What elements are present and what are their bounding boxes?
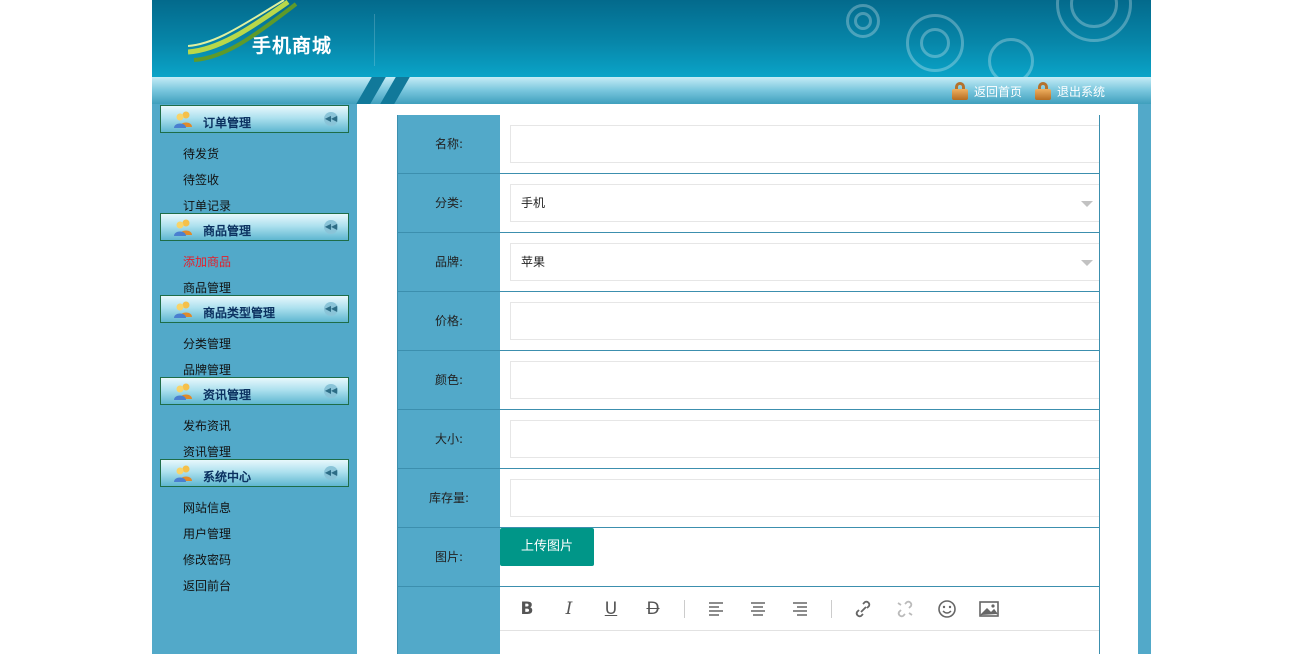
editor-content-area[interactable] bbox=[500, 631, 1099, 654]
name-input[interactable] bbox=[510, 125, 1099, 163]
users-icon bbox=[174, 465, 192, 482]
brand-label: 品牌: bbox=[434, 255, 464, 269]
sidebar-item-news-management[interactable]: 资讯管理 bbox=[183, 443, 231, 460]
collapse-icon[interactable]: ◀◀ bbox=[324, 302, 338, 316]
sidebar-group-title: 订单管理 bbox=[203, 116, 252, 130]
bold-icon[interactable]: B bbox=[516, 597, 538, 621]
collapse-icon[interactable]: ◀◀ bbox=[324, 112, 338, 126]
form-row-image: 图片: 上传图片 bbox=[398, 528, 1099, 587]
sidebar-group-title: 商品管理 bbox=[203, 224, 252, 238]
decor-stripe bbox=[380, 77, 410, 104]
category-label: 分类: bbox=[434, 196, 464, 210]
sidebar-item-back-frontend[interactable]: 返回前台 bbox=[183, 577, 231, 594]
size-label: 大小: bbox=[434, 432, 464, 446]
form-row-color: 颜色: bbox=[398, 351, 1099, 410]
upload-image-button[interactable]: 上传图片 bbox=[500, 528, 594, 566]
underline-icon[interactable]: U bbox=[600, 597, 622, 621]
italic-icon[interactable]: I bbox=[558, 597, 580, 621]
sidebar-item-brand-management[interactable]: 品牌管理 bbox=[183, 361, 231, 378]
sidebar-item-change-password[interactable]: 修改密码 bbox=[183, 551, 231, 568]
form-row-stock: 库存量: bbox=[398, 469, 1099, 528]
editor-toolbar: B I U D bbox=[500, 587, 1099, 631]
brand-selected-value: 苹果 bbox=[521, 255, 546, 269]
users-icon bbox=[174, 301, 192, 318]
header: 手机商城 bbox=[152, 0, 1151, 77]
category-selected-value: 手机 bbox=[521, 196, 546, 210]
page-frame: 手机商城 返回首页 退出系统 订单管理 ◀◀ 待发货 待签收 订单记录 商品管理… bbox=[152, 0, 1151, 654]
back-home-label: 返回首页 bbox=[974, 84, 1023, 99]
sidebar-group-title: 资讯管理 bbox=[203, 388, 252, 402]
right-border-strip bbox=[1138, 104, 1151, 654]
form-row-brand: 品牌: 苹果 bbox=[398, 233, 1099, 292]
price-label: 价格: bbox=[434, 314, 464, 328]
form-row-name: 名称: bbox=[398, 115, 1099, 174]
sidebar-item-pending-shipment[interactable]: 待发货 bbox=[183, 145, 219, 162]
header-divider bbox=[374, 14, 375, 66]
category-select[interactable]: 手机 bbox=[510, 184, 1099, 222]
users-icon bbox=[174, 111, 192, 128]
sidebar-group-product-types[interactable]: 商品类型管理 ◀◀ bbox=[160, 295, 349, 323]
decor-ring bbox=[988, 38, 1034, 77]
collapse-icon[interactable]: ◀◀ bbox=[324, 220, 338, 234]
sidebar-group-products[interactable]: 商品管理 ◀◀ bbox=[160, 213, 349, 241]
color-label: 颜色: bbox=[434, 373, 464, 387]
name-label: 名称: bbox=[434, 137, 464, 151]
sidebar-item-user-management[interactable]: 用户管理 bbox=[183, 525, 231, 542]
sidebar-group-news[interactable]: 资讯管理 ◀◀ bbox=[160, 377, 349, 405]
align-right-icon[interactable] bbox=[789, 597, 811, 621]
toolbar-divider bbox=[831, 600, 832, 618]
chevron-down-icon bbox=[1081, 260, 1093, 266]
sidebar-group-system[interactable]: 系统中心 ◀◀ bbox=[160, 459, 349, 487]
price-input[interactable] bbox=[510, 302, 1099, 340]
lock-icon bbox=[952, 82, 968, 100]
align-left-icon[interactable] bbox=[705, 597, 727, 621]
form-row-price: 价格: bbox=[398, 292, 1099, 351]
stock-input[interactable] bbox=[510, 479, 1099, 517]
sidebar-item-pending-receipt[interactable]: 待签收 bbox=[183, 171, 219, 188]
stock-label: 库存量: bbox=[428, 491, 470, 505]
decor-ring bbox=[920, 28, 950, 58]
sidebar-item-product-management[interactable]: 商品管理 bbox=[183, 279, 231, 296]
strikethrough-icon[interactable]: D bbox=[642, 597, 664, 621]
align-center-icon[interactable] bbox=[747, 597, 769, 621]
sidebar-item-add-product[interactable]: 添加商品 bbox=[183, 253, 231, 270]
sidebar-group-title: 商品类型管理 bbox=[203, 306, 276, 320]
unlink-icon[interactable] bbox=[894, 597, 916, 621]
sidebar-item-category-management[interactable]: 分类管理 bbox=[183, 335, 231, 352]
brand-select[interactable]: 苹果 bbox=[510, 243, 1099, 281]
decor-ring bbox=[854, 12, 872, 30]
sidebar-item-publish-news[interactable]: 发布资讯 bbox=[183, 417, 231, 434]
logout-label: 退出系统 bbox=[1057, 84, 1106, 99]
sidebar-item-order-records[interactable]: 订单记录 bbox=[183, 197, 231, 214]
chevron-down-icon bbox=[1081, 201, 1093, 207]
site-title: 手机商城 bbox=[252, 35, 333, 57]
add-product-form: 名称: 分类: 手机 品牌: 苹果 价格: 颜色: 大小: 库存量: 图片: 上… bbox=[397, 115, 1100, 654]
back-home-link[interactable]: 返回首页 bbox=[952, 81, 1022, 101]
emoji-icon[interactable] bbox=[936, 597, 958, 621]
top-nav-bar: 返回首页 退出系统 bbox=[152, 77, 1151, 104]
toolbar-divider bbox=[684, 600, 685, 618]
users-icon bbox=[174, 219, 192, 236]
users-icon bbox=[174, 383, 192, 400]
collapse-icon[interactable]: ◀◀ bbox=[324, 466, 338, 480]
form-row-category: 分类: 手机 bbox=[398, 174, 1099, 233]
form-row-size: 大小: bbox=[398, 410, 1099, 469]
sidebar-group-title: 系统中心 bbox=[203, 470, 252, 484]
size-input[interactable] bbox=[510, 420, 1099, 458]
image-label: 图片: bbox=[434, 550, 464, 564]
sidebar-group-orders[interactable]: 订单管理 ◀◀ bbox=[160, 105, 349, 133]
lock-icon bbox=[1035, 82, 1051, 100]
sidebar-item-site-info[interactable]: 网站信息 bbox=[183, 499, 231, 516]
color-input[interactable] bbox=[510, 361, 1099, 399]
logout-link[interactable]: 退出系统 bbox=[1035, 81, 1105, 101]
collapse-icon[interactable]: ◀◀ bbox=[324, 384, 338, 398]
link-icon[interactable] bbox=[852, 597, 874, 621]
sidebar: 订单管理 ◀◀ 待发货 待签收 订单记录 商品管理 ◀◀ 添加商品 商品管理 商… bbox=[152, 104, 357, 654]
image-icon[interactable] bbox=[978, 597, 1000, 621]
